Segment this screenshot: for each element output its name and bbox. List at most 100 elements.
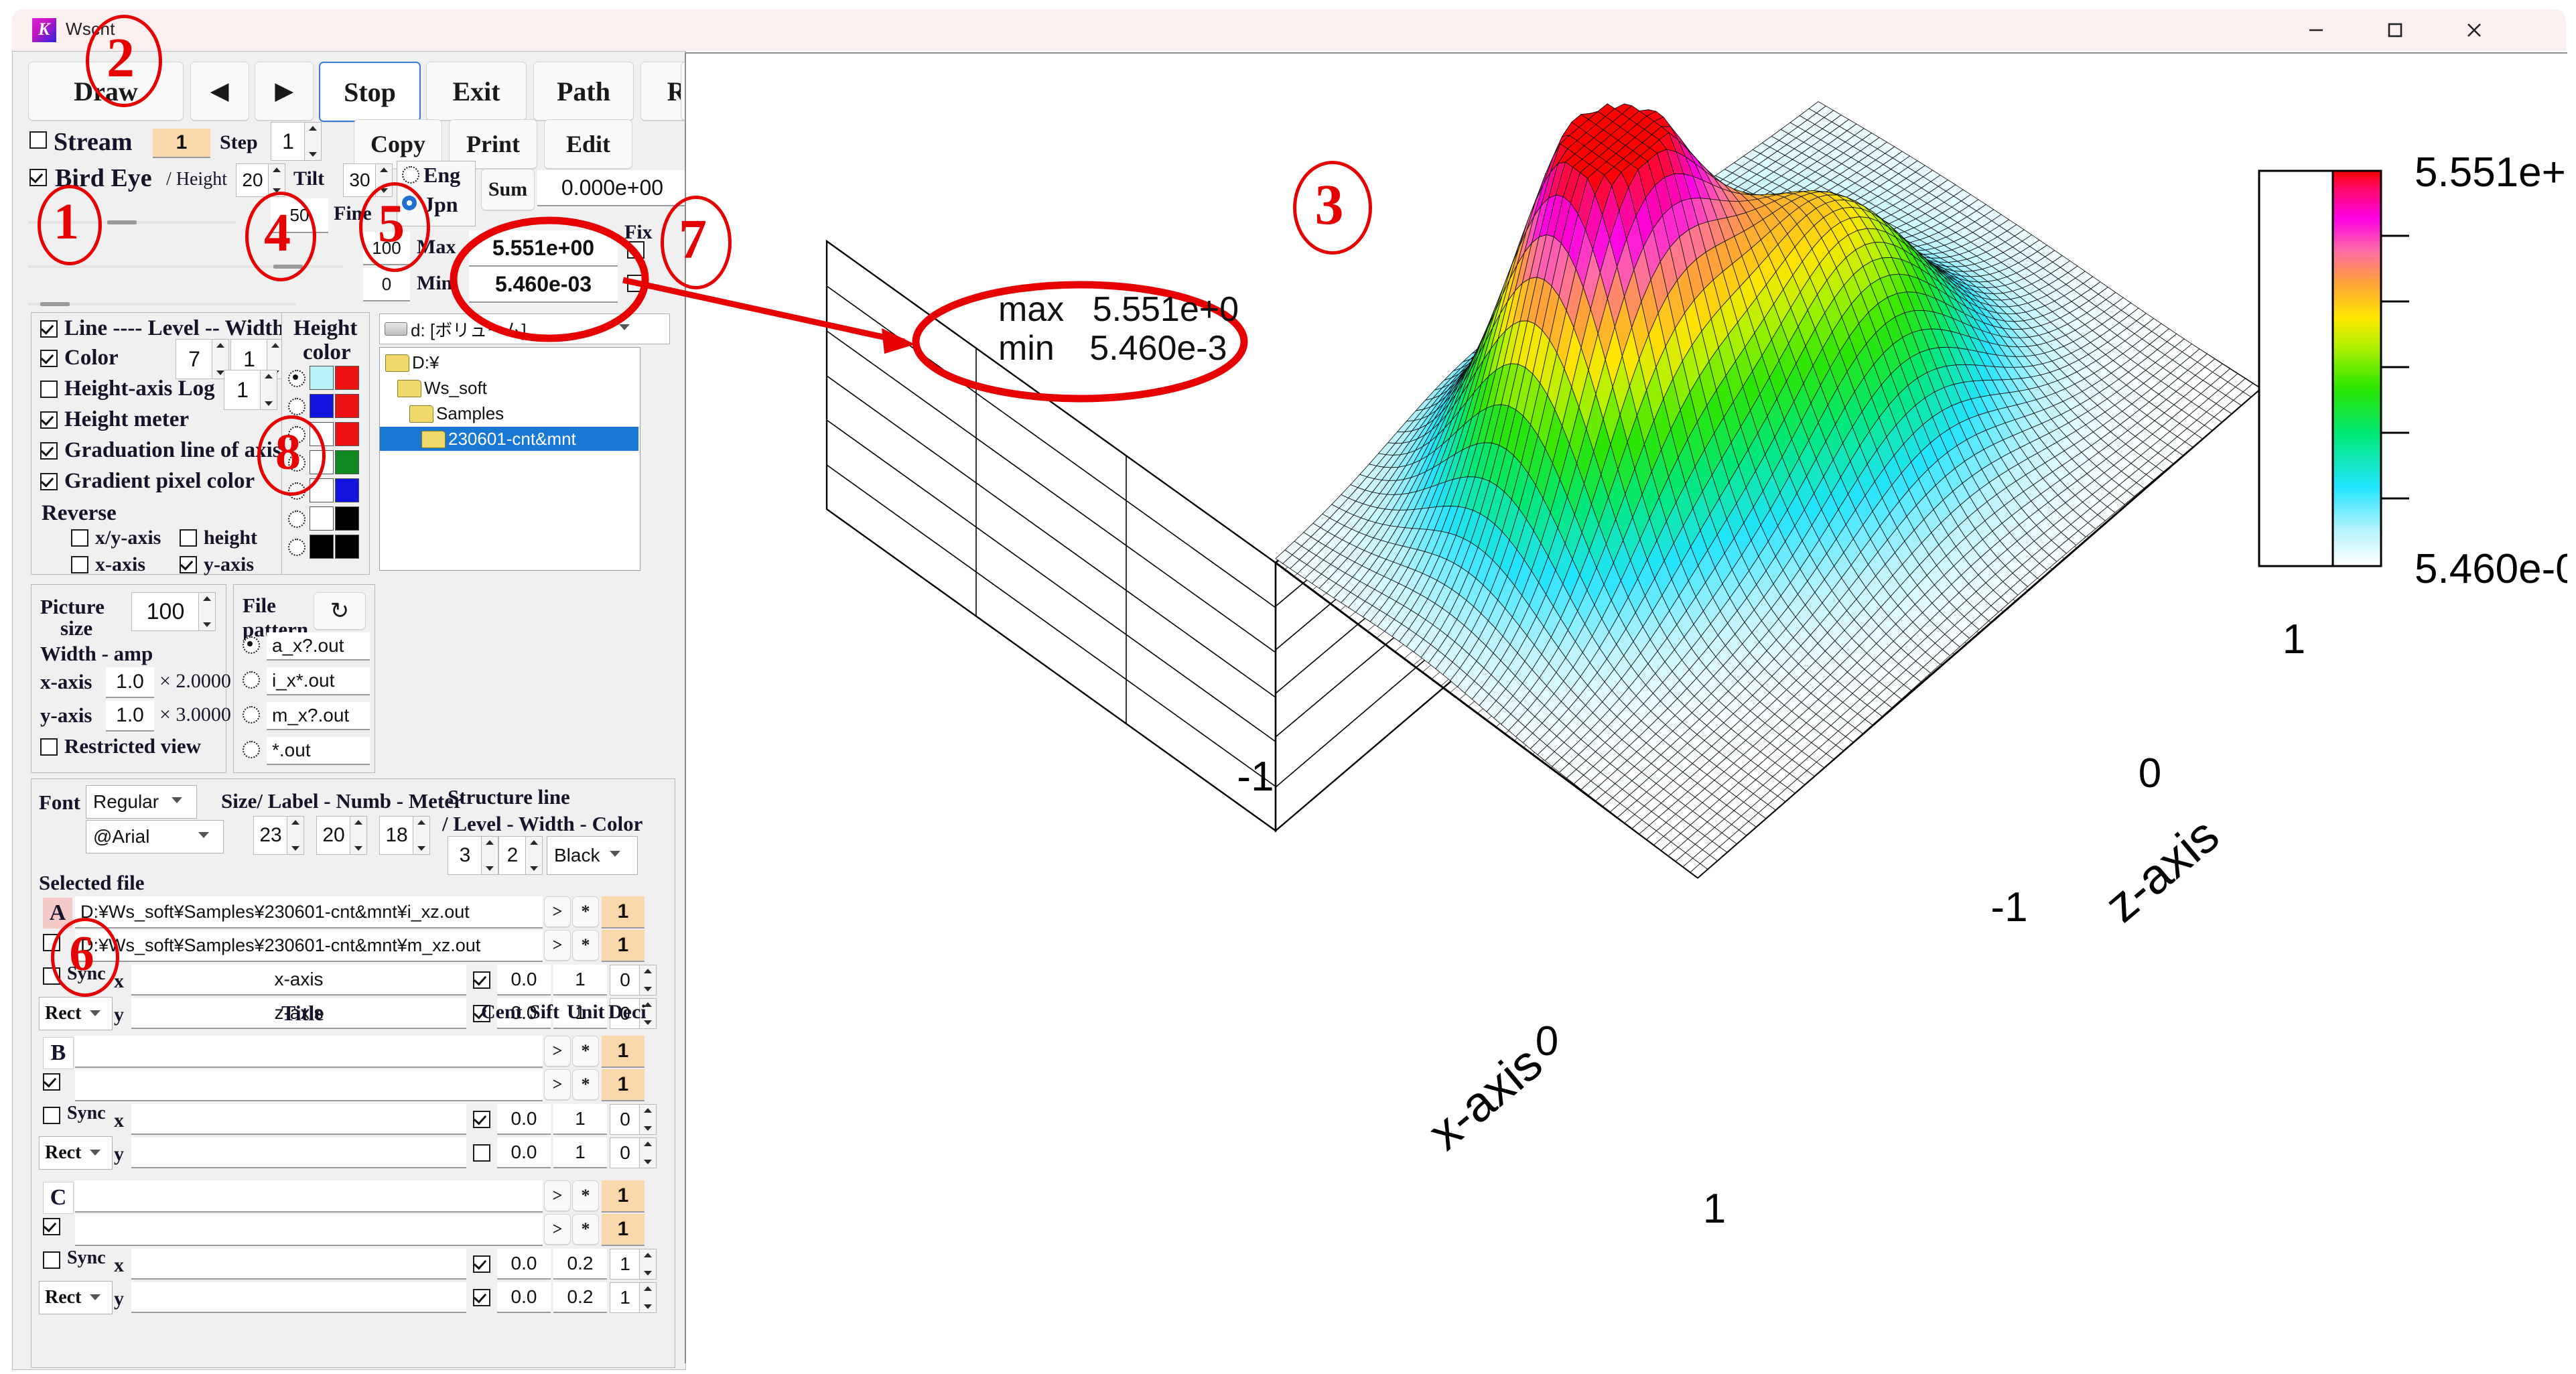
file-path-B-2[interactable] [75, 1069, 543, 1101]
file-star-button-B-2[interactable]: * [572, 1069, 599, 1100]
structure-color-chevron-down-icon[interactable] [610, 851, 620, 857]
deci-spinner-C-y[interactable] [639, 1282, 657, 1313]
size-meter-value[interactable]: 18 [379, 816, 414, 855]
size-meter-spinner[interactable] [413, 816, 430, 855]
file-star-button-C-1[interactable]: * [572, 1180, 599, 1211]
unit-value-B-x[interactable]: 1 [553, 1104, 607, 1135]
shape-select-A[interactable]: Rect [39, 997, 113, 1030]
file-star-button-A-2[interactable]: * [572, 930, 599, 961]
file-pattern-radio-0[interactable] [243, 636, 260, 654]
reverse-y-axis-checkbox[interactable] [180, 556, 197, 573]
shape-select-C[interactable]: Rect [39, 1281, 113, 1314]
unit-value-C-y[interactable]: 0.2 [553, 1282, 607, 1313]
reverse-height-checkbox[interactable] [180, 529, 197, 547]
eng-radio[interactable] [402, 166, 419, 184]
cent-checkbox-A-x[interactable] [473, 971, 490, 989]
cent-checkbox-C-x[interactable] [473, 1255, 490, 1273]
axis-title-A-x[interactable]: x-axis [131, 965, 466, 995]
next-frame-button[interactable]: ▶ [255, 62, 314, 121]
tree-node[interactable]: 230601-cnt&mnt [380, 427, 638, 451]
structure-color-select[interactable]: Black [547, 836, 638, 875]
sift-value-C-y[interactable]: 0.0 [497, 1282, 551, 1313]
refresh-icon[interactable]: ↻ [314, 592, 366, 630]
deci-spinner-B-y[interactable] [639, 1138, 657, 1168]
restricted-view-checkbox[interactable] [40, 738, 58, 756]
sift-value-C-x[interactable]: 0.0 [497, 1249, 551, 1280]
deci-spinner-C-x[interactable] [639, 1249, 657, 1280]
maximize-button[interactable] [2356, 9, 2435, 51]
height-color-swatch-low-6[interactable] [310, 535, 334, 559]
reverse-xy-axis-checkbox[interactable] [71, 529, 88, 547]
structure-level-spinner[interactable] [481, 836, 498, 875]
width-amp-x-value[interactable]: 1.0 [106, 667, 154, 698]
stream-value[interactable]: 1 [153, 129, 210, 158]
file-path-A-1[interactable]: D:¥Ws_soft¥Samples¥230601-cnt&mnt¥i_xz.o… [75, 896, 543, 929]
size-numb-spinner[interactable] [350, 816, 367, 855]
height-color-swatch-high-5[interactable] [335, 506, 359, 531]
shape-chevron-down-icon-A[interactable] [90, 1010, 100, 1016]
deci-spinner-B-x[interactable] [639, 1104, 657, 1135]
size-numb-value[interactable]: 20 [316, 816, 351, 855]
close-button[interactable] [2435, 9, 2514, 51]
file-pattern-option-3[interactable]: *.out [267, 737, 370, 765]
unit-value-A-x[interactable]: 1 [553, 965, 607, 995]
graduation-line-checkbox[interactable] [40, 442, 58, 460]
file-num-B-1[interactable]: 1 [602, 1036, 645, 1068]
font-style-chevron-down-icon[interactable] [172, 797, 182, 803]
reverse-x-axis-checkbox[interactable] [71, 556, 88, 573]
height-color-swatch-low-1[interactable] [310, 394, 334, 418]
file-next-button-C-1[interactable]: > [544, 1180, 571, 1211]
cent-checkbox-B-x[interactable] [473, 1111, 490, 1128]
file-pattern-option-2[interactable]: m_x?.out [267, 702, 370, 730]
tree-node[interactable]: Samples [380, 401, 638, 425]
axis-title-B-y[interactable] [131, 1138, 466, 1168]
tree-node[interactable]: Ws_soft [380, 376, 638, 400]
file-enable-checkbox-C[interactable] [43, 1218, 60, 1235]
file-pattern-radio-2[interactable] [243, 706, 260, 724]
exit-button[interactable]: Exit [426, 62, 527, 121]
structure-width-value[interactable]: 2 [498, 836, 527, 875]
color-checkbox[interactable] [40, 350, 58, 367]
file-next-button-C-2[interactable]: > [544, 1214, 571, 1245]
file-star-button-A-1[interactable]: * [572, 896, 599, 927]
edit-button[interactable]: Edit [544, 119, 632, 169]
height-color-swatch-high-6[interactable] [335, 535, 359, 559]
height-meter-checkbox[interactable] [40, 411, 58, 429]
file-path-C-2[interactable] [75, 1214, 543, 1246]
sift-value-B-y[interactable]: 0.0 [497, 1138, 551, 1168]
file-path-C-1[interactable] [75, 1180, 543, 1213]
sum-button[interactable]: Sum [481, 169, 535, 210]
height-color-swatch-low-5[interactable] [310, 506, 334, 531]
path-button[interactable]: Path [533, 62, 634, 121]
unit-value-B-y[interactable]: 1 [553, 1138, 607, 1168]
gradient-pixel-color-checkbox[interactable] [40, 473, 58, 490]
tertiary-slider-handle[interactable] [40, 302, 70, 306]
height-color-swatch-high-1[interactable] [335, 394, 359, 418]
height-color-radio-0[interactable] [288, 370, 306, 387]
bird-eye-slider-handle[interactable] [107, 220, 137, 224]
file-num-A-2[interactable]: 1 [602, 930, 645, 962]
cent-checkbox-C-y[interactable] [473, 1289, 490, 1306]
file-next-button-A-1[interactable]: > [544, 896, 571, 927]
tree-node[interactable]: D:¥ [380, 350, 638, 374]
step-spinner[interactable] [304, 122, 322, 161]
file-enable-checkbox-B[interactable] [43, 1073, 60, 1091]
color-level-value[interactable]: 7 [176, 339, 213, 379]
size-label-value[interactable]: 23 [253, 816, 288, 855]
deci-value-A-x[interactable]: 0 [610, 965, 640, 995]
file-num-B-2[interactable]: 1 [602, 1069, 645, 1101]
sift-value-B-x[interactable]: 0.0 [497, 1104, 551, 1135]
line-checkbox[interactable] [40, 320, 58, 338]
height-color-swatch-high-4[interactable] [335, 478, 359, 502]
height-color-radio-6[interactable] [288, 539, 306, 556]
sift-value-A-x[interactable]: 0.0 [497, 965, 551, 995]
shape-select-B[interactable]: Rect [39, 1136, 113, 1170]
minimize-button[interactable] [2277, 9, 2356, 51]
file-path-A-2[interactable]: D:¥Ws_soft¥Samples¥230601-cnt&mnt¥m_xz.o… [75, 930, 543, 962]
picture-size-spinner[interactable] [198, 592, 216, 631]
file-path-B-1[interactable] [75, 1036, 543, 1068]
font-family-chevron-down-icon[interactable] [198, 832, 209, 838]
unit-value-C-x[interactable]: 0.2 [553, 1249, 607, 1280]
range-bottom-value[interactable]: 0 [363, 268, 410, 301]
stop-button[interactable]: Stop [319, 62, 421, 122]
